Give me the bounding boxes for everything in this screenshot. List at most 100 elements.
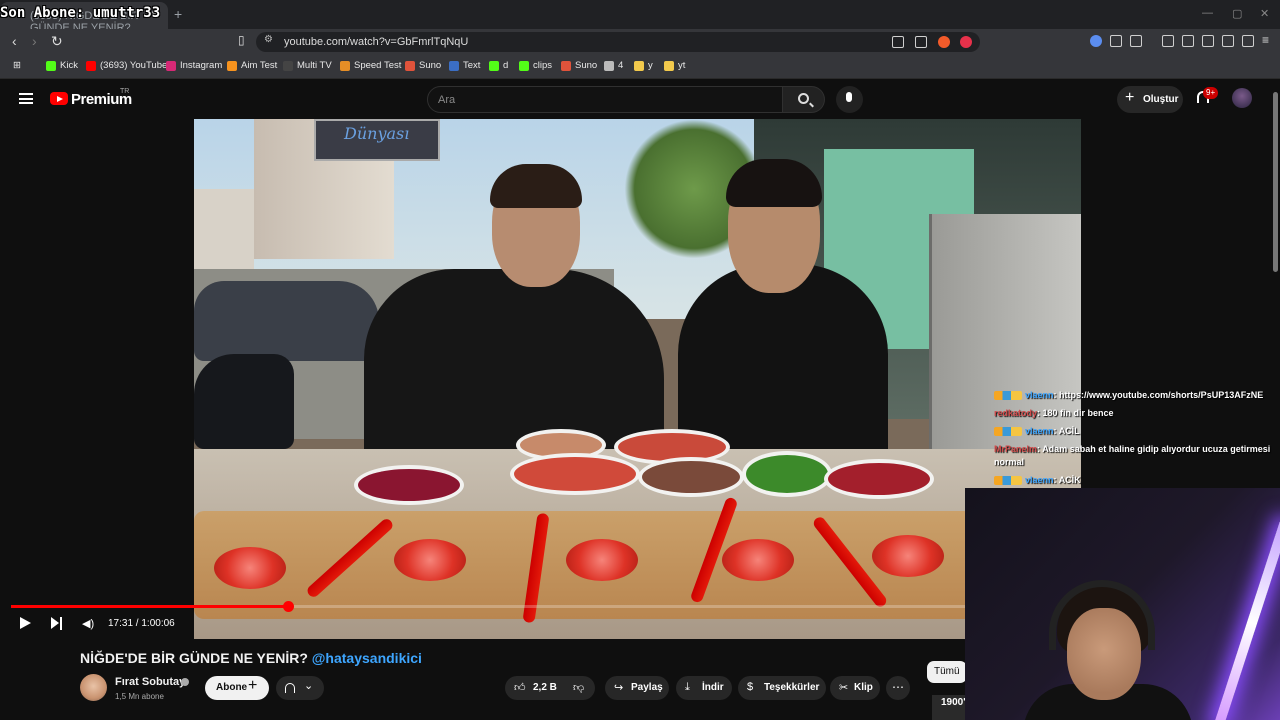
mic-icon — [846, 92, 852, 102]
page-scrollbar[interactable] — [1273, 92, 1278, 272]
chat-badges-icon — [994, 391, 1022, 401]
clip-label: Klip — [854, 682, 873, 693]
youtube-icon — [86, 60, 96, 71]
back-icon[interactable]: ‹ — [12, 33, 17, 49]
search-button[interactable] — [783, 86, 825, 113]
progress-scrubber-handle[interactable] — [282, 601, 294, 612]
circle-icon — [604, 60, 614, 71]
music-icon[interactable] — [1162, 35, 1174, 47]
download-button[interactable]: ⤓ İndir — [676, 676, 732, 700]
video-frame-plate — [510, 453, 640, 495]
sidebar-icon[interactable] — [1130, 35, 1142, 47]
bookmark-folder-yt[interactable]: yt — [664, 60, 685, 71]
bookmark-aim-test[interactable]: Aim Test — [227, 60, 277, 71]
url-field[interactable]: ⚙ youtube.com/watch?v=GbFmrlTqNqU — [256, 32, 980, 52]
forward-icon[interactable]: › — [32, 33, 37, 49]
more-actions-icon[interactable]: ⋯ — [886, 676, 910, 700]
stream-subscriber-overlay: Son Abone: umuttr33 — [0, 5, 161, 21]
notification-badge: 9+ — [1203, 87, 1219, 99]
video-title-mention[interactable]: @hataysandikici — [312, 650, 422, 666]
bookmark-multi-tv[interactable]: Multi TV — [283, 60, 332, 71]
chat-message: MrPanelm: Adam sabah et haline gidip alı… — [994, 444, 1271, 454]
chat-message: vlaenn: ACİK — [994, 475, 1081, 486]
menu-icon[interactable]: ≡ — [1262, 33, 1269, 47]
region-code: TR — [120, 88, 130, 95]
reader-icon[interactable] — [1182, 35, 1194, 47]
search-icon — [798, 93, 809, 104]
bookmark-text[interactable]: Text — [449, 60, 480, 71]
bookmark-speed-test[interactable]: Speed Test — [340, 60, 401, 71]
youtube-logo-icon[interactable] — [50, 92, 68, 105]
search-placeholder: Ara — [438, 94, 456, 106]
channel-name[interactable]: Fırat Sobutay — [115, 676, 185, 688]
chevron-down-icon: ⌄ — [304, 680, 314, 692]
hamburger-menu-icon[interactable] — [19, 93, 33, 104]
screenshot-icon[interactable] — [892, 36, 904, 48]
progress-bar[interactable] — [11, 601, 965, 612]
account-avatar[interactable] — [1232, 88, 1252, 108]
speed-test-icon — [340, 60, 350, 71]
multi-tv-icon — [283, 60, 293, 71]
brave-shield-icon[interactable] — [938, 36, 950, 48]
streamer-webcam — [965, 488, 1280, 720]
audio-icon[interactable] — [1090, 35, 1102, 47]
bookmark-4[interactable]: 4 — [604, 60, 623, 71]
subscribe-label: Abone — [216, 682, 248, 693]
folder-icon — [634, 60, 644, 71]
voice-search-button[interactable] — [836, 86, 863, 113]
minimize-icon[interactable]: — — [1202, 7, 1213, 19]
video-frame-tomato — [566, 539, 638, 581]
video-title-text: NİĞDE'DE BİR GÜNDE NE YENİR? — [80, 650, 308, 666]
video-frame-tomato — [722, 539, 794, 581]
reload-icon[interactable]: ↻ — [51, 33, 63, 50]
thanks-icon: $ — [747, 681, 754, 693]
play-icon[interactable] — [20, 617, 31, 629]
video-player[interactable]: Dünyası — [194, 119, 1081, 639]
maximize-icon[interactable]: ▢ — [1232, 7, 1242, 20]
like-icon[interactable]: 👍︎ — [514, 681, 526, 694]
thanks-button[interactable]: $ Teşekkürler — [738, 676, 826, 700]
apps-icon[interactable]: ⊞ — [13, 60, 21, 71]
vpn-icon[interactable] — [1242, 35, 1254, 47]
dislike-icon[interactable]: 👎︎ — [573, 681, 584, 694]
headset-icon — [1049, 580, 1155, 650]
bookmark-clips[interactable]: clips — [519, 60, 552, 71]
next-video-icon[interactable] — [51, 617, 63, 630]
verified-icon — [181, 678, 189, 686]
channel-avatar[interactable] — [80, 674, 107, 701]
rewards-icon[interactable] — [960, 36, 972, 48]
browser-addressbar: ‹ › ↻ ▯ ⚙ youtube.com/watch?v=GbFmrlTqNq… — [0, 29, 1280, 55]
wallet-icon[interactable] — [1202, 35, 1214, 47]
site-settings-icon[interactable]: ⚙ — [264, 34, 273, 45]
share-icon: ↪ — [614, 682, 624, 694]
share-button[interactable]: ↪ Paylaş — [605, 676, 669, 700]
filter-chip-all[interactable]: Tümü — [927, 661, 967, 683]
create-button[interactable]: + Oluştur — [1117, 86, 1183, 113]
chat-message: vlaenn: ACİL — [994, 426, 1080, 437]
search-input[interactable]: Ara — [427, 86, 783, 113]
bookmark-suno-2[interactable]: Suno — [561, 60, 597, 71]
video-frame-tomato — [394, 539, 466, 581]
chat-message-continued: normal — [994, 457, 1025, 467]
bookmark-suno[interactable]: Suno — [405, 60, 441, 71]
share-page-icon[interactable] — [915, 36, 927, 48]
extensions-icon[interactable] — [1110, 35, 1122, 47]
bookmark-folder-y[interactable]: y — [634, 60, 653, 71]
close-window-icon[interactable]: ✕ — [1260, 7, 1269, 20]
thanks-label: Teşekkürler — [764, 682, 820, 693]
bookmark-icon[interactable]: ▯ — [238, 33, 245, 47]
new-tab-icon[interactable]: + — [174, 6, 182, 22]
like-count[interactable]: 2,2 B — [533, 682, 557, 693]
bookmark-kick[interactable]: Kick — [46, 60, 78, 71]
notification-settings-button[interactable]: ⌄ — [276, 676, 324, 700]
clip-button[interactable]: ✂ Klip — [830, 676, 880, 700]
bookmark-instagram[interactable]: Instagram — [166, 60, 222, 71]
bookmark-youtube[interactable]: (3693) YouTube — [86, 60, 167, 71]
subscribe-button[interactable]: Abone + — [205, 676, 269, 700]
download-icon: ⤓ — [685, 681, 690, 693]
shop-sign-text: Dünyası — [344, 124, 410, 143]
volume-icon[interactable]: ◀) — [82, 617, 94, 630]
leo-icon[interactable] — [1222, 35, 1234, 47]
bookmark-d[interactable]: d — [489, 60, 508, 71]
filter-chip-label: Tümü — [934, 666, 960, 677]
